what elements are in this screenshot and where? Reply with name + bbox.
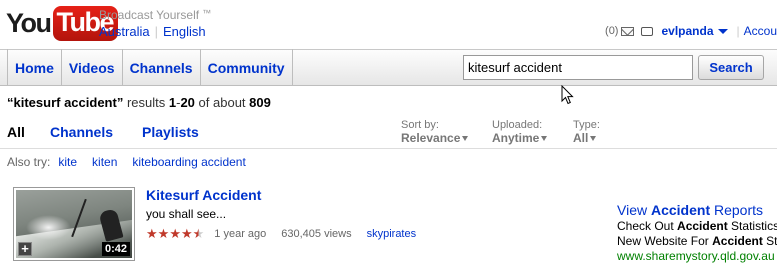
video-title-link[interactable]: Kitesurf Accident — [146, 187, 261, 203]
filter-tab-playlists[interactable]: Playlists — [142, 124, 199, 140]
dropdown-arrow-icon — [462, 136, 469, 142]
type-value: All — [573, 131, 589, 145]
ad-line1-bold: Accident — [677, 219, 728, 233]
thumbnail-image: + 0:42 — [16, 190, 132, 258]
ad-line2-pre: New Website For — [617, 234, 713, 248]
ad-title-link[interactable]: View Accident Reports — [617, 202, 763, 218]
tv-icon[interactable] — [641, 26, 654, 36]
ad-title-pre: View — [617, 202, 651, 218]
suggestion-link[interactable]: kiten — [92, 155, 117, 169]
video-views: 630,405 views — [281, 228, 352, 240]
divider — [0, 148, 777, 149]
sort-by-filter[interactable]: Sort by: Relevance — [401, 119, 469, 145]
uploaded-filter[interactable]: Uploaded: Anytime — [492, 119, 548, 145]
results-total: 809 — [249, 95, 271, 110]
slogan-text: Broadcast Yourself — [99, 8, 200, 22]
locale-selector: Australia | English — [99, 24, 206, 39]
account-bar: (0) evlpanda | Accou — [605, 24, 777, 38]
plus-icon[interactable]: + — [18, 242, 32, 256]
ad-url-link[interactable]: www.sharemystory.qld.gov.au — [617, 249, 775, 263]
ad-line1-post: Statistics — [727, 219, 777, 233]
dropdown-arrow-icon — [590, 136, 597, 142]
message-count: (0) — [605, 25, 619, 37]
nav-tab-community[interactable]: Community — [201, 49, 293, 86]
ad-line1-pre: Check Out — [617, 219, 678, 233]
results-summary: “kitesurf accident” results 1-20 of abou… — [7, 95, 271, 110]
video-meta: ★★★★★ 1 year ago 630,405 views skypirate… — [146, 226, 416, 242]
search-input[interactable] — [463, 55, 693, 80]
star-rating: ★★★★★ — [146, 226, 204, 242]
type-dropdown[interactable]: All — [573, 131, 600, 145]
results-query: “kitesurf accident” — [7, 95, 124, 110]
type-label: Type: — [573, 119, 600, 131]
envelope-icon[interactable] — [621, 26, 635, 36]
also-try: Also try: kite kiten kiteboarding accide… — [7, 155, 261, 169]
type-filter[interactable]: Type: All — [573, 119, 600, 145]
trademark: ™ — [202, 8, 212, 18]
uploaded-label: Uploaded: — [492, 119, 543, 131]
locale-divider: | — [154, 24, 158, 39]
suggestion-link[interactable]: kite — [58, 155, 77, 169]
language-link[interactable]: English — [163, 24, 206, 39]
results-range-end: 20 — [180, 95, 195, 110]
video-age: 1 year ago — [214, 228, 267, 240]
username-link[interactable]: evlpanda — [661, 24, 713, 38]
ad-text-line: New Website For Accident St — [617, 234, 777, 248]
channel-link[interactable]: skypirates — [367, 228, 417, 240]
star-icon: ★ — [146, 226, 158, 241]
sort-by-label: Sort by: — [401, 119, 439, 131]
star-icon: ★ — [180, 226, 193, 241]
results-of-about: of about — [198, 95, 246, 110]
nav-tabs: Home Videos Channels Community — [7, 49, 293, 86]
ad-text-line: Check Out Accident Statistics — [617, 219, 777, 233]
filter-tab-channels[interactable]: Channels — [50, 124, 113, 140]
nav-tab-channels[interactable]: Channels — [123, 49, 201, 86]
ad-line2-bold: Accident — [712, 234, 763, 248]
video-description: you shall see... — [146, 207, 227, 221]
video-duration: 0:42 — [101, 242, 130, 256]
star-icon: ★ — [157, 226, 170, 241]
star-icon: ★ — [169, 226, 181, 241]
thumbnail-splash — [26, 215, 71, 240]
uploaded-value: Anytime — [492, 131, 540, 145]
video-thumbnail[interactable]: + 0:42 — [13, 187, 135, 261]
ad-title-post: Reports — [710, 202, 764, 218]
nav-tab-videos[interactable]: Videos — [62, 49, 123, 86]
sort-by-dropdown[interactable]: Relevance — [401, 131, 469, 145]
ad-title-bold: Accident — [650, 202, 711, 218]
nav-tab-home[interactable]: Home — [8, 49, 62, 86]
also-try-label: Also try: — [7, 155, 51, 169]
slogan: Broadcast Yourself ™ — [99, 8, 211, 22]
account-divider: | — [736, 24, 740, 38]
search-button[interactable]: Search — [698, 55, 764, 80]
sort-by-value: Relevance — [401, 131, 461, 145]
mouse-cursor-icon — [561, 85, 574, 105]
ad-line2-post: St — [762, 234, 777, 248]
filter-tab-all[interactable]: All — [7, 124, 25, 140]
results-word: results — [126, 95, 166, 110]
account-link[interactable]: Accou — [744, 24, 777, 38]
logo-you: You — [6, 7, 52, 38]
star-icon: ★ — [192, 226, 205, 241]
country-link[interactable]: Australia — [99, 24, 150, 39]
uploaded-dropdown[interactable]: Anytime — [492, 131, 548, 145]
suggestion-link[interactable]: kiteboarding accident — [132, 155, 245, 169]
chevron-down-icon[interactable] — [717, 28, 728, 34]
dropdown-arrow-icon — [541, 136, 548, 142]
